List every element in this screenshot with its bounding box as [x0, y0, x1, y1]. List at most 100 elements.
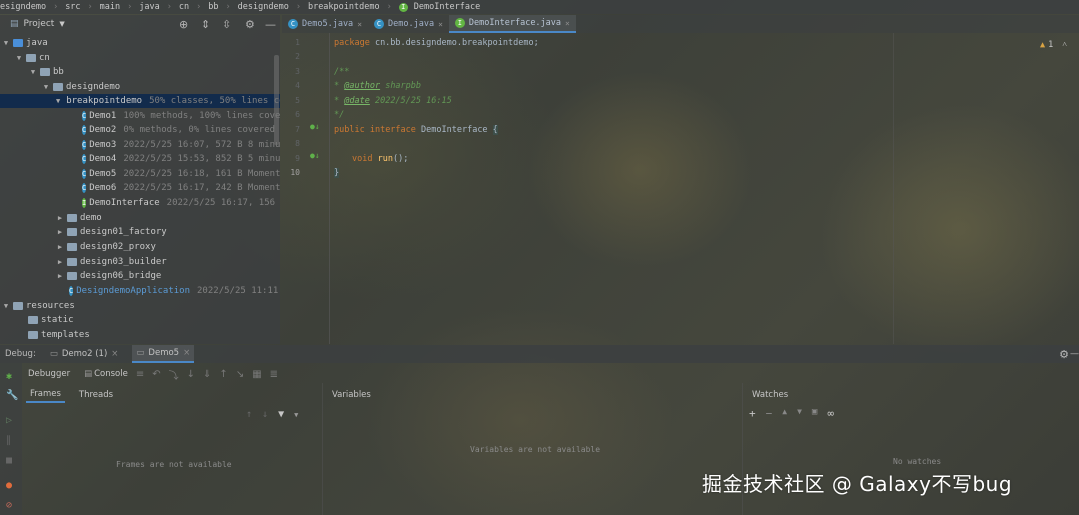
- chevron-right-icon[interactable]: ▶: [56, 240, 64, 254]
- breadcrumb-item[interactable]: java: [139, 2, 159, 12]
- breadcrumb-item[interactable]: cn: [179, 2, 189, 12]
- chevron-down-icon[interactable]: ▼: [2, 36, 10, 50]
- modify-run-config-icon[interactable]: 🔧: [6, 390, 18, 401]
- breadcrumb-item[interactable]: main: [100, 2, 120, 12]
- close-icon[interactable]: ×: [357, 20, 362, 29]
- tree-item-demo[interactable]: ▶ demo: [0, 211, 280, 225]
- glasses-icon[interactable]: ∞: [827, 407, 834, 420]
- tree-item-static[interactable]: static: [0, 313, 280, 327]
- breadcrumb-item[interactable]: esigndemo: [0, 2, 46, 12]
- tab-console[interactable]: Console: [94, 369, 128, 379]
- chevron-down-icon[interactable]: ▼: [2, 299, 10, 313]
- breadcrumb-item[interactable]: breakpointdemo: [308, 2, 380, 12]
- show-execution-point-icon[interactable]: ↶: [152, 369, 160, 380]
- project-view-selector[interactable]: Project: [24, 19, 55, 29]
- rerun-debug-icon[interactable]: ✱: [6, 371, 12, 382]
- variables-empty-text: Variables are not available: [470, 445, 601, 454]
- pause-icon[interactable]: ∥: [6, 435, 11, 446]
- implemented-by-icon[interactable]: ●↓: [310, 122, 320, 131]
- resume-icon[interactable]: ▷: [6, 415, 12, 426]
- debug-session-tab[interactable]: ▭ Demo2 (1) ×: [46, 345, 123, 363]
- tree-item-design02-proxy[interactable]: ▶ design02_proxy: [0, 240, 280, 254]
- view-breakpoints-icon[interactable]: ●: [6, 480, 12, 491]
- code-editor[interactable]: 1 2 3 4 5 6 7 8 9 10 ●↓ ●↓ package cn.bb…: [282, 33, 1079, 344]
- evaluate-expression-icon[interactable]: ▦: [252, 369, 261, 380]
- editor-gutter[interactable]: 1 2 3 4 5 6 7 8 9 10 ●↓ ●↓: [282, 33, 330, 344]
- chevron-down-icon[interactable]: ▼: [15, 51, 23, 65]
- chevron-down-icon[interactable]: ▼: [59, 20, 64, 28]
- tree-item-cn[interactable]: ▼ cn: [0, 51, 280, 65]
- chevron-down-icon[interactable]: ▼: [42, 80, 50, 94]
- gear-icon[interactable]: ⚙: [245, 18, 255, 31]
- tree-item-breakpointdemo[interactable]: ▼breakpointdemo50% classes, 50% lines co…: [0, 94, 280, 108]
- close-icon[interactable]: ×: [111, 349, 118, 359]
- gear-icon[interactable]: ⚙: [1059, 348, 1069, 361]
- run-to-cursor-icon[interactable]: ↘: [236, 369, 244, 380]
- tree-item-demo1[interactable]: C Demo1 100% methods, 100% lines covered: [0, 109, 280, 123]
- force-step-into-icon[interactable]: ⇓: [203, 369, 211, 380]
- tree-item-bb[interactable]: ▼ bb: [0, 65, 280, 79]
- tab-threads[interactable]: Threads: [75, 388, 117, 402]
- tab-demointerface-java[interactable]: I DemoInterface.java ×: [448, 15, 576, 33]
- arrow-down-icon[interactable]: ↓: [262, 409, 268, 420]
- breadcrumb-item[interactable]: src: [65, 2, 80, 12]
- tree-item-demo4[interactable]: C Demo4 2022/5/25 15:53, 852 B 5 minutes: [0, 152, 280, 166]
- tree-item-demo3[interactable]: C Demo3 2022/5/25 16:07, 572 B 8 minute: [0, 138, 280, 152]
- chevron-right-icon[interactable]: ▶: [56, 255, 64, 269]
- tree-item-templates[interactable]: templates: [0, 328, 280, 342]
- close-icon[interactable]: ×: [565, 19, 570, 28]
- breadcrumb-item[interactable]: bb: [208, 2, 218, 12]
- step-over-icon[interactable]: ⤵: [169, 367, 179, 382]
- inspection-widget[interactable]: ▲ 1 ˄: [1040, 39, 1067, 51]
- pane-divider[interactable]: [322, 383, 323, 515]
- tab-frames[interactable]: Frames: [26, 387, 65, 403]
- tree-item-demo2[interactable]: C Demo2 0% methods, 0% lines covered 202: [0, 123, 280, 137]
- chevron-up-icon[interactable]: ˄: [1062, 39, 1067, 50]
- copy-icon[interactable]: ▣: [812, 407, 817, 420]
- debug-session-tab[interactable]: ▭ Demo5 ×: [132, 345, 195, 363]
- expand-all-icon[interactable]: ⇕: [201, 18, 210, 31]
- tree-item-design03-builder[interactable]: ▶ design03_builder: [0, 255, 280, 269]
- tree-item-java[interactable]: ▼ java: [0, 36, 280, 50]
- implemented-by-icon[interactable]: ●↓: [310, 151, 320, 160]
- chevron-down-icon[interactable]: ▼: [294, 411, 298, 420]
- menu-icon[interactable]: ≡: [136, 369, 144, 380]
- chevron-right-icon[interactable]: ▶: [56, 211, 64, 225]
- project-scrollbar[interactable]: [274, 55, 279, 145]
- chevron-right-icon[interactable]: ▶: [56, 269, 64, 283]
- close-icon[interactable]: ×: [438, 20, 443, 29]
- breadcrumb-item-current[interactable]: DemoInterface: [414, 2, 481, 12]
- move-up-icon[interactable]: ▲: [782, 407, 787, 420]
- stop-icon[interactable]: ■: [6, 455, 12, 466]
- breadcrumb-item[interactable]: designdemo: [238, 2, 289, 12]
- tree-item-design06-bridge[interactable]: ▶ design06_bridge: [0, 269, 280, 283]
- tree-item-design01-factory[interactable]: ▶ design01_factory: [0, 225, 280, 239]
- tree-item-resources[interactable]: ▼ resources: [0, 299, 280, 313]
- tree-item-demo6[interactable]: CDemo62022/5/25 16:17, 242 B Moments ag: [0, 181, 280, 195]
- gutter-divider: [329, 33, 330, 344]
- tree-item-designdemoapplication[interactable]: CDesigndemoApplication2022/5/25 11:11, 4…: [0, 284, 280, 298]
- minimize-icon[interactable]: —: [265, 18, 276, 31]
- tab-debugger[interactable]: Debugger: [22, 369, 76, 379]
- tree-item-demo5[interactable]: CDemo52022/5/25 16:18, 161 B Moments ag: [0, 167, 280, 181]
- tree-item-designdemo[interactable]: ▼ designdemo: [0, 80, 280, 94]
- minimize-icon[interactable]: —: [1070, 349, 1079, 359]
- step-out-icon[interactable]: ↑: [219, 369, 227, 380]
- collapse-all-icon[interactable]: ⇳: [222, 18, 231, 31]
- step-into-icon[interactable]: ↓: [187, 369, 195, 380]
- chevron-right-icon[interactable]: ▶: [56, 225, 64, 239]
- arrow-up-icon[interactable]: ↑: [246, 409, 252, 420]
- chevron-down-icon[interactable]: ▼: [56, 94, 60, 108]
- tab-demo5-java[interactable]: C Demo5.java ×: [282, 15, 368, 33]
- tree-item-demointerface[interactable]: IDemoInterface2022/5/25 16:17, 156 B Mo: [0, 196, 280, 210]
- close-icon[interactable]: ×: [183, 348, 190, 358]
- filter-icon[interactable]: ▼: [278, 409, 284, 420]
- chevron-down-icon[interactable]: ▼: [29, 65, 37, 79]
- locate-icon[interactable]: ⊕: [179, 18, 188, 31]
- trace-icon[interactable]: ≣: [270, 369, 278, 380]
- move-down-icon[interactable]: ▼: [797, 407, 802, 420]
- tab-demo-java[interactable]: C Demo.java ×: [368, 15, 449, 33]
- add-icon[interactable]: +: [749, 407, 756, 420]
- remove-icon[interactable]: −: [766, 407, 773, 420]
- mute-breakpoints-icon[interactable]: ⊘: [6, 500, 12, 511]
